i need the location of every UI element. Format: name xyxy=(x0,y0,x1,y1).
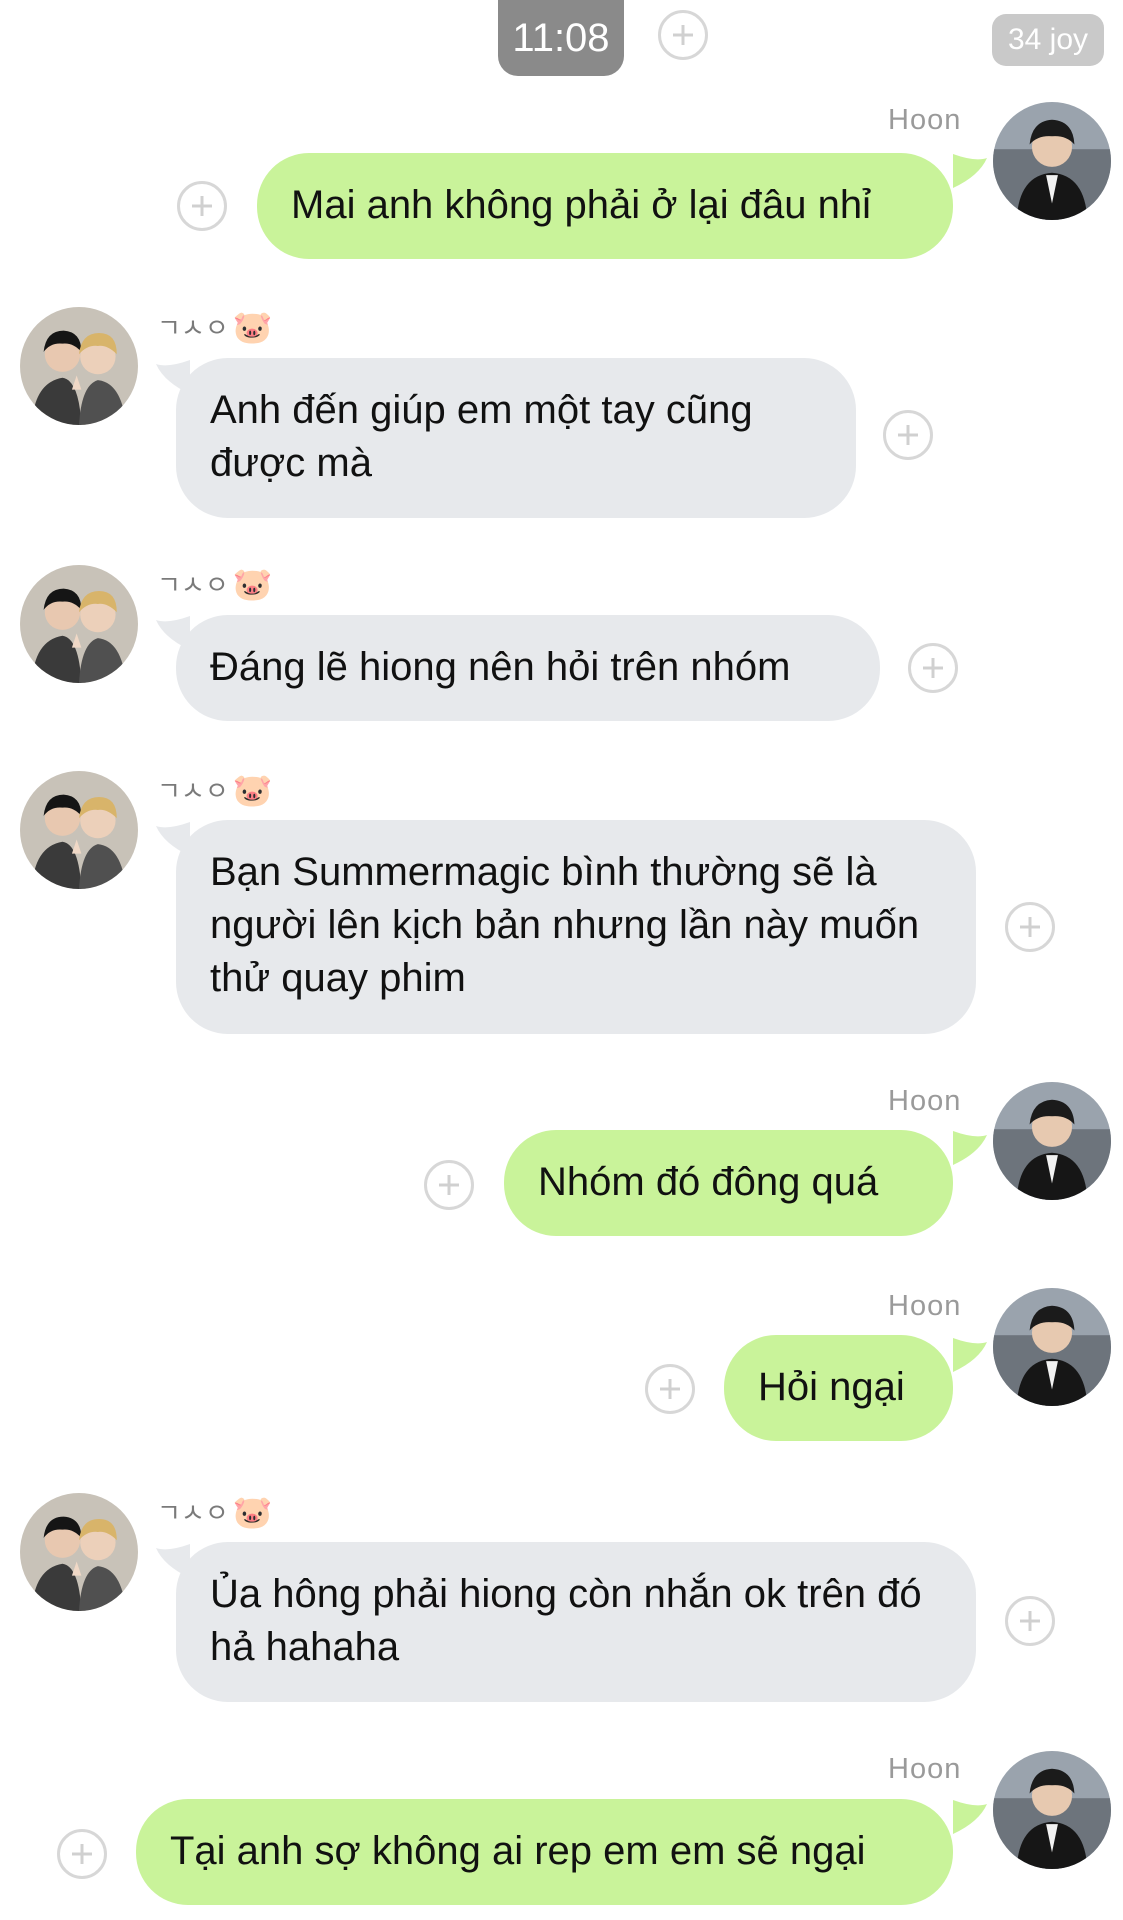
add-reaction-button[interactable] xyxy=(1005,1596,1055,1646)
my-message-bubble[interactable]: Tại anh sợ không ai rep em em sẽ ngại xyxy=(136,1799,953,1905)
add-reaction-button[interactable] xyxy=(177,181,227,231)
plus-icon xyxy=(1020,917,1040,937)
joy-badge: 34 joy xyxy=(992,14,1104,66)
sender-name: Hoon xyxy=(888,1085,962,1117)
sender-name-text: ㄱㅅㅇ xyxy=(157,1498,229,1528)
time-pill: 11:08 xyxy=(498,0,624,76)
sender-name: ㄱㅅㅇ 🐷 xyxy=(157,1493,273,1530)
add-reaction-button[interactable] xyxy=(424,1160,474,1210)
plus-icon xyxy=(898,425,918,445)
avatar-image xyxy=(20,307,138,425)
plus-icon xyxy=(673,25,693,45)
sender-name: ㄱㅅㅇ 🐷 xyxy=(157,771,273,808)
avatar-image xyxy=(20,565,138,683)
avatar-image xyxy=(993,1751,1111,1869)
sender-name: ㄱㅅㅇ 🐷 xyxy=(157,565,273,602)
their-message-bubble[interactable]: Bạn Summermagic bình thường sẽ là người … xyxy=(176,820,976,1034)
add-reaction-button[interactable] xyxy=(908,643,958,693)
plus-icon xyxy=(72,1844,92,1864)
avatar-image xyxy=(20,1493,138,1611)
avatar[interactable] xyxy=(993,102,1111,220)
add-reaction-button[interactable] xyxy=(1005,902,1055,952)
sender-name-text: ㄱㅅㅇ xyxy=(157,313,229,343)
sender-name: ㄱㅅㅇ 🐷 xyxy=(157,308,273,345)
plus-icon xyxy=(660,1379,680,1399)
avatar[interactable] xyxy=(993,1082,1111,1200)
plus-icon xyxy=(1020,1611,1040,1631)
plus-icon xyxy=(192,196,212,216)
their-message-bubble[interactable]: Đáng lẽ hiong nên hỏi trên nhóm xyxy=(176,615,880,721)
avatar[interactable] xyxy=(20,307,138,425)
their-message-bubble[interactable]: Anh đến giúp em một tay cũng được mà xyxy=(176,358,856,518)
add-reaction-button[interactable] xyxy=(883,410,933,460)
avatar-image xyxy=(20,771,138,889)
sender-name: Hoon xyxy=(888,104,962,136)
pig-emoji-icon: 🐷 xyxy=(232,565,273,602)
pig-emoji-icon: 🐷 xyxy=(232,308,273,345)
sender-name-text: ㄱㅅㅇ xyxy=(157,776,229,806)
sender-name: Hoon xyxy=(888,1290,962,1322)
add-reaction-button[interactable] xyxy=(57,1829,107,1879)
my-message-bubble[interactable]: Nhóm đó đông quá xyxy=(504,1130,953,1236)
avatar-image xyxy=(993,1082,1111,1200)
avatar-image xyxy=(993,102,1111,220)
bubble-tail xyxy=(953,1800,993,1840)
add-reaction-button[interactable] xyxy=(658,10,708,60)
avatar-image xyxy=(993,1288,1111,1406)
my-message-bubble[interactable]: Hỏi ngại xyxy=(724,1335,953,1441)
their-message-bubble[interactable]: Ủa hông phải hiong còn nhắn ok trên đó h… xyxy=(176,1542,976,1702)
my-message-bubble[interactable]: Mai anh không phải ở lại đâu nhỉ xyxy=(257,153,953,259)
pig-emoji-icon: 🐷 xyxy=(232,1493,273,1530)
sender-name: Hoon xyxy=(888,1753,962,1785)
bubble-tail xyxy=(953,1338,993,1378)
pig-emoji-icon: 🐷 xyxy=(232,771,273,808)
avatar[interactable] xyxy=(993,1288,1111,1406)
plus-icon xyxy=(923,658,943,678)
sender-name-text: ㄱㅅㅇ xyxy=(157,570,229,600)
add-reaction-button[interactable] xyxy=(645,1364,695,1414)
bubble-tail xyxy=(953,154,993,194)
avatar[interactable] xyxy=(20,565,138,683)
avatar[interactable] xyxy=(20,771,138,889)
avatar[interactable] xyxy=(20,1493,138,1611)
bubble-tail xyxy=(953,1131,993,1171)
avatar[interactable] xyxy=(993,1751,1111,1869)
plus-icon xyxy=(439,1175,459,1195)
